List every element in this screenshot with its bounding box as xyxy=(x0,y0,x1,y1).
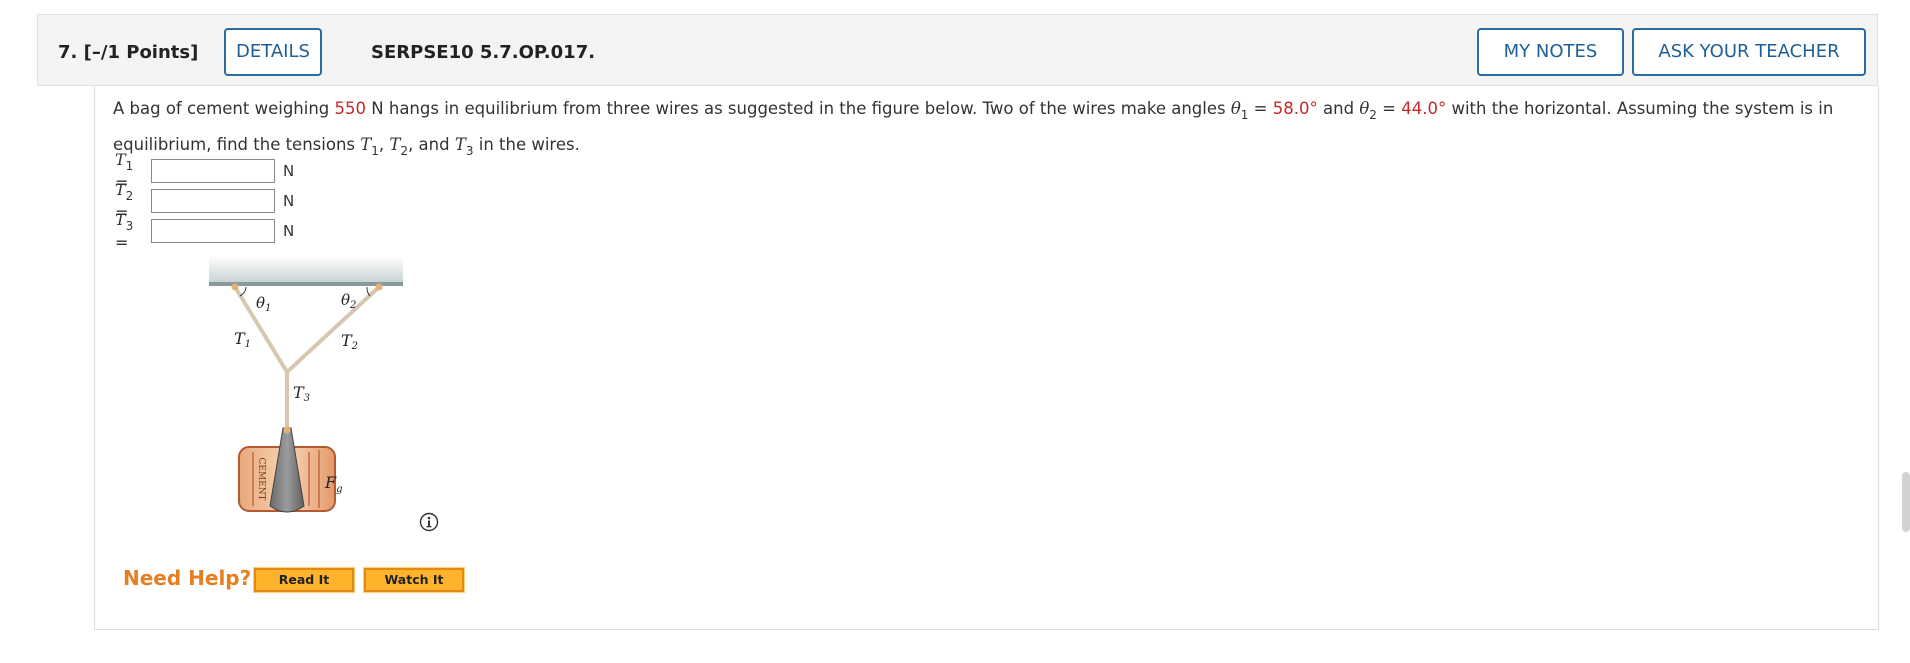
cement-bag-figure: θ1 θ2 T1 T2 T3 CEMENT Fg xyxy=(209,256,403,513)
question-text: A bag of cement weighing 550 N hangs in … xyxy=(113,99,1834,158)
my-notes-button[interactable]: MY NOTES xyxy=(1477,28,1624,76)
unit-label: N xyxy=(283,192,295,210)
cement-label: CEMENT xyxy=(256,457,266,500)
theta1-label: θ1 xyxy=(256,294,271,314)
given-angle-2: 44.0° xyxy=(1401,99,1447,118)
t2-label: T2 xyxy=(341,331,358,352)
anchor-right xyxy=(375,283,383,291)
wire-t2 xyxy=(285,285,381,374)
read-it-button[interactable]: Read It xyxy=(253,567,355,593)
unit-label: N xyxy=(283,162,295,180)
given-angle-1: 58.0° xyxy=(1272,99,1318,118)
need-help-label: Need Help? xyxy=(123,566,252,590)
t1-answer-input[interactable] xyxy=(151,159,275,183)
question-content: A bag of cement weighing 550 N hangs in … xyxy=(94,86,1879,630)
info-icon[interactable] xyxy=(419,512,439,532)
t2-answer-input[interactable] xyxy=(151,189,275,213)
angle-arc-2 xyxy=(366,286,371,297)
answer-row-t3: T3 = N xyxy=(115,210,295,252)
question-number-points: 7. [–/1 Points] xyxy=(58,42,198,63)
page-scrollbar[interactable] xyxy=(1902,472,1910,532)
t1-label: T1 xyxy=(234,329,251,350)
t3-answer-input[interactable] xyxy=(151,219,275,243)
question-points: [–/1 Points] xyxy=(83,42,199,63)
details-button[interactable]: DETAILS xyxy=(224,28,322,76)
theta2-label: θ2 xyxy=(341,291,356,311)
question-number: 7. xyxy=(58,42,78,63)
t3-label: T3 xyxy=(293,383,310,404)
unit-label: N xyxy=(283,222,295,240)
ceiling xyxy=(209,256,403,286)
given-weight: 550 xyxy=(334,99,367,118)
anchor-left xyxy=(231,283,239,291)
question-header: 7. [–/1 Points] DETAILS SERPSE10 5.7.OP.… xyxy=(37,14,1878,86)
problem-code: SERPSE10 5.7.OP.017. xyxy=(371,42,596,63)
answer-label-t3: T3 = xyxy=(115,210,134,252)
watch-it-button[interactable]: Watch It xyxy=(363,567,465,593)
ask-your-teacher-button[interactable]: ASK YOUR TEACHER xyxy=(1632,28,1866,76)
fg-label: Fg xyxy=(324,473,343,495)
